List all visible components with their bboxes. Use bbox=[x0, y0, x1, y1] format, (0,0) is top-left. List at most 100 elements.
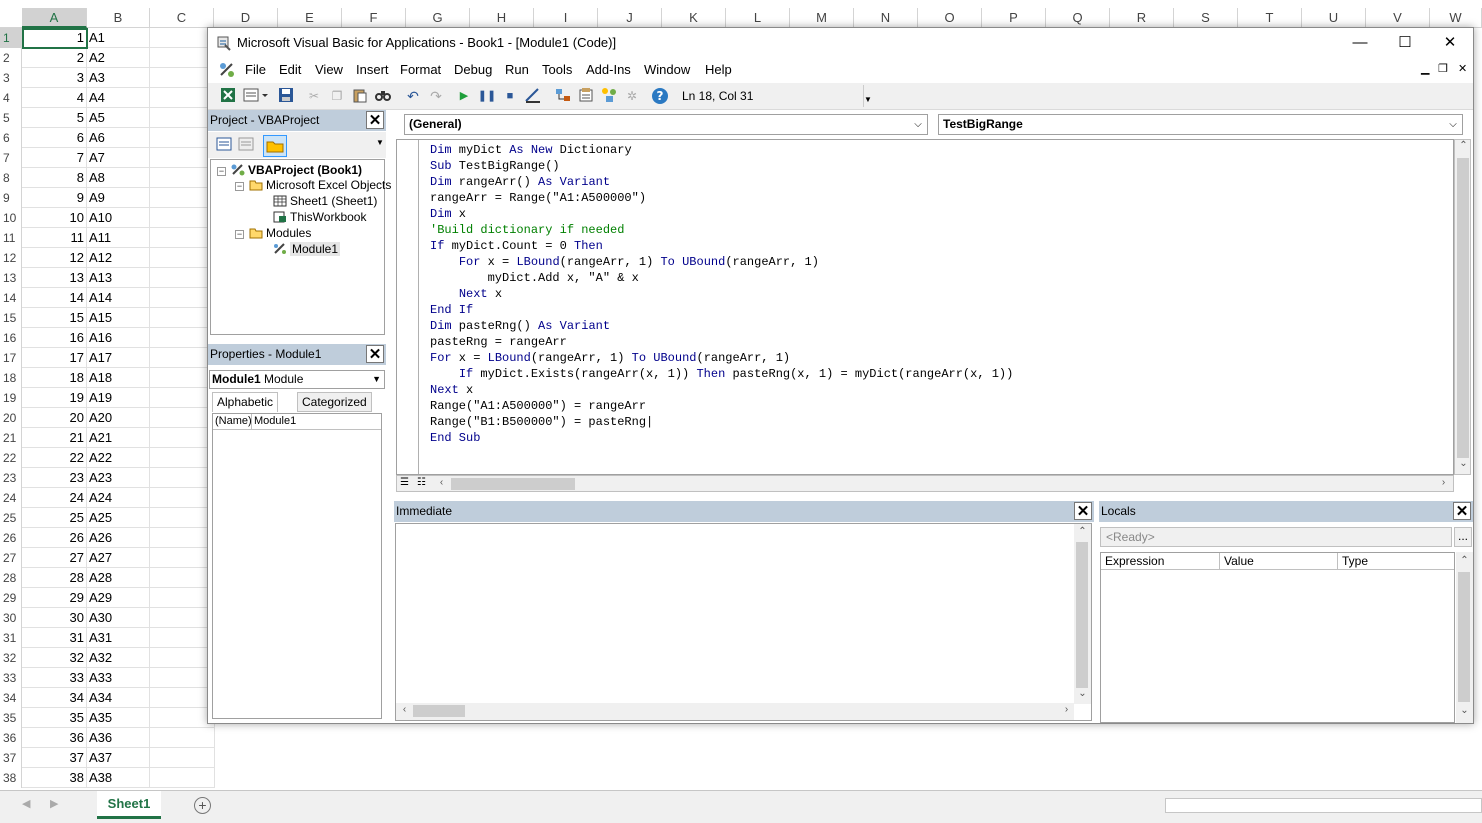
cell-b[interactable]: A22 bbox=[87, 448, 150, 468]
tree-excel-objects[interactable]: Microsoft Excel Objects bbox=[249, 178, 391, 192]
cell-c[interactable] bbox=[150, 308, 215, 328]
cell-b[interactable]: A5 bbox=[87, 108, 150, 128]
menu-add-ins[interactable]: Add-Ins bbox=[586, 62, 631, 77]
cell-b[interactable]: A17 bbox=[87, 348, 150, 368]
project-pane-close-icon[interactable]: ✕ bbox=[366, 111, 384, 129]
column-header-c[interactable]: C bbox=[150, 8, 214, 28]
menu-help[interactable]: Help bbox=[705, 62, 732, 77]
cell-c[interactable] bbox=[150, 148, 215, 168]
menu-edit[interactable]: Edit bbox=[279, 62, 301, 77]
cell-a[interactable]: 4 bbox=[22, 88, 87, 108]
row-header[interactable]: 33 bbox=[0, 668, 22, 688]
view-code-icon[interactable] bbox=[214, 137, 234, 155]
tree-module1[interactable]: Module1 bbox=[273, 242, 341, 256]
cell-c[interactable] bbox=[150, 248, 215, 268]
locals-col-value[interactable]: Value bbox=[1220, 553, 1338, 570]
row-header[interactable]: 38 bbox=[0, 768, 22, 788]
row-header[interactable]: 28 bbox=[0, 568, 22, 588]
column-header-i[interactable]: I bbox=[534, 8, 598, 28]
minimize-button[interactable]: — bbox=[1337, 28, 1383, 57]
code-horizontal-scrollbar[interactable]: ☰ ☷ ‹ › bbox=[396, 475, 1454, 492]
full-module-view-icon[interactable]: ☷ bbox=[417, 477, 426, 488]
toolbox-icon[interactable]: ✲ bbox=[622, 87, 642, 105]
help-icon[interactable]: ? bbox=[650, 87, 670, 105]
cell-a[interactable]: 12 bbox=[22, 248, 87, 268]
call-stack-button[interactable]: ... bbox=[1454, 527, 1472, 547]
cell-c[interactable] bbox=[150, 488, 215, 508]
row-header[interactable]: 26 bbox=[0, 528, 22, 548]
cell-a[interactable]: 10 bbox=[22, 208, 87, 228]
scroll-down-icon[interactable]: ⌄ bbox=[1456, 705, 1473, 716]
properties-window-icon[interactable] bbox=[576, 87, 596, 105]
project-explorer-icon[interactable] bbox=[553, 87, 573, 105]
code-text[interactable]: Dim myDict As New Dictionary Sub TestBigR… bbox=[430, 142, 1013, 446]
scroll-up-icon[interactable]: ⌃ bbox=[1455, 140, 1472, 151]
cell-c[interactable] bbox=[150, 608, 215, 628]
cell-b[interactable]: A29 bbox=[87, 588, 150, 608]
cell-c[interactable] bbox=[150, 588, 215, 608]
cell-b[interactable]: A15 bbox=[87, 308, 150, 328]
tab-categorized[interactable]: Categorized bbox=[297, 392, 372, 412]
column-header-n[interactable]: N bbox=[854, 8, 918, 28]
design-mode-icon[interactable] bbox=[523, 87, 543, 105]
add-sheet-button[interactable]: + bbox=[194, 797, 211, 814]
column-header-v[interactable]: V bbox=[1366, 8, 1430, 28]
cell-c[interactable] bbox=[150, 228, 215, 248]
cell-a[interactable]: 15 bbox=[22, 308, 87, 328]
row-header[interactable]: 36 bbox=[0, 728, 22, 748]
copy-icon[interactable]: ❐ bbox=[327, 87, 347, 105]
sheet-tab[interactable]: Sheet1 bbox=[97, 791, 161, 819]
cell-c[interactable] bbox=[150, 88, 215, 108]
tab-prev-icon[interactable]: ◀ bbox=[22, 797, 30, 810]
row-header[interactable]: 3 bbox=[0, 68, 22, 88]
cell-c[interactable] bbox=[150, 508, 215, 528]
excel-horizontal-scrollbar[interactable] bbox=[1165, 798, 1482, 813]
cell-c[interactable] bbox=[150, 548, 215, 568]
cell-b[interactable]: A18 bbox=[87, 368, 150, 388]
row-header[interactable]: 1 bbox=[0, 28, 22, 48]
cell-b[interactable]: A31 bbox=[87, 628, 150, 648]
column-header-a[interactable]: A bbox=[22, 8, 87, 28]
tab-next-icon[interactable]: ▶ bbox=[50, 797, 58, 810]
scroll-down-icon[interactable]: ⌄ bbox=[1455, 458, 1472, 469]
row-header[interactable]: 2 bbox=[0, 48, 22, 68]
cell-b[interactable]: A35 bbox=[87, 708, 150, 728]
cell-a[interactable]: 21 bbox=[22, 428, 87, 448]
row-header[interactable]: 7 bbox=[0, 148, 22, 168]
cell-a[interactable]: 37 bbox=[22, 748, 87, 768]
cell-b[interactable]: A16 bbox=[87, 328, 150, 348]
column-header-u[interactable]: U bbox=[1302, 8, 1366, 28]
collapse-excel-objects-icon[interactable]: − bbox=[235, 182, 244, 191]
cell-a[interactable]: 23 bbox=[22, 468, 87, 488]
cell-c[interactable] bbox=[150, 628, 215, 648]
cell-b[interactable]: A23 bbox=[87, 468, 150, 488]
column-header-t[interactable]: T bbox=[1238, 8, 1302, 28]
cell-a[interactable]: 9 bbox=[22, 188, 87, 208]
cell-c[interactable] bbox=[150, 168, 215, 188]
menu-format[interactable]: Format bbox=[400, 62, 441, 77]
cell-a[interactable]: 16 bbox=[22, 328, 87, 348]
cell-a[interactable]: 17 bbox=[22, 348, 87, 368]
row-header[interactable]: 23 bbox=[0, 468, 22, 488]
cell-c[interactable] bbox=[150, 668, 215, 688]
maximize-button[interactable]: ☐ bbox=[1382, 28, 1428, 57]
tab-alphabetic[interactable]: Alphabetic bbox=[212, 392, 279, 412]
column-header-m[interactable]: M bbox=[790, 8, 854, 28]
property-row-name[interactable]: (Name) Module1 bbox=[213, 414, 381, 430]
scroll-right-icon[interactable]: › bbox=[1058, 704, 1075, 715]
reset-icon[interactable]: ■ bbox=[500, 87, 520, 105]
cell-b[interactable]: A14 bbox=[87, 288, 150, 308]
row-header[interactable]: 15 bbox=[0, 308, 22, 328]
column-header-l[interactable]: L bbox=[726, 8, 790, 28]
immediate-horizontal-scrollbar[interactable]: ‹ › bbox=[396, 703, 1074, 720]
scroll-thumb[interactable] bbox=[1076, 542, 1088, 688]
cell-a[interactable]: 29 bbox=[22, 588, 87, 608]
cell-c[interactable] bbox=[150, 408, 215, 428]
cell-b[interactable]: A9 bbox=[87, 188, 150, 208]
cell-a[interactable]: 32 bbox=[22, 648, 87, 668]
cell-b[interactable]: A24 bbox=[87, 488, 150, 508]
row-header[interactable]: 31 bbox=[0, 628, 22, 648]
row-header[interactable]: 37 bbox=[0, 748, 22, 768]
column-header-b[interactable]: B bbox=[87, 8, 150, 28]
cell-a[interactable]: 13 bbox=[22, 268, 87, 288]
